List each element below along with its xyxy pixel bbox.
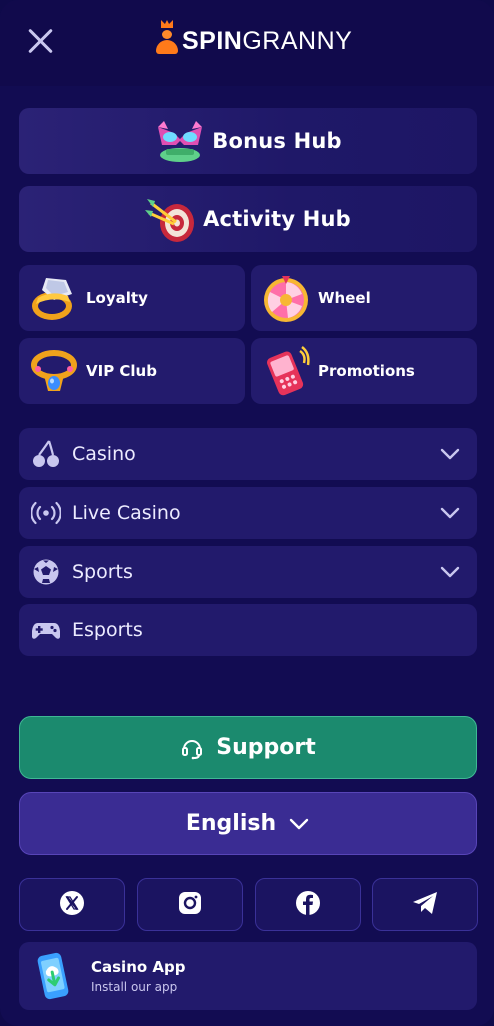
nav-item-live-casino[interactable]: Live Casino <box>19 487 477 539</box>
chevron-down-icon[interactable] <box>439 502 461 524</box>
instagram-icon <box>177 890 203 920</box>
nav-item-casino[interactable]: Casino <box>19 428 477 480</box>
nav-label-casino: Casino <box>72 443 136 465</box>
chevron-down-icon[interactable] <box>439 443 461 465</box>
facebook-icon <box>295 890 321 920</box>
brand-logo[interactable]: SPIN GRANNY <box>156 16 352 56</box>
language-selector[interactable]: English <box>19 792 477 855</box>
granny-logo-icon <box>156 20 178 56</box>
vip-club-label: VIP Club <box>86 362 157 380</box>
loyalty-label: Loyalty <box>86 289 148 307</box>
headset-icon <box>180 736 204 760</box>
wheel-icon <box>260 272 312 324</box>
wheel-tile[interactable]: Wheel <box>251 265 477 331</box>
support-button[interactable]: Support <box>19 716 477 779</box>
bonus-mask-icon <box>154 115 206 167</box>
language-label: English <box>185 811 277 836</box>
logo-text-spin: SPIN <box>182 27 243 55</box>
phone-icon <box>260 345 312 397</box>
soccer-ball-icon <box>31 557 61 587</box>
telegram-icon <box>411 890 439 920</box>
cherry-icon <box>31 439 61 469</box>
nav-label-esports: Esports <box>72 619 143 641</box>
gamepad-icon <box>31 615 61 645</box>
nav-label-sports: Sports <box>72 561 133 583</box>
facebook-button[interactable] <box>255 878 361 931</box>
activity-hub-label: Activity Hub <box>203 207 351 231</box>
x-icon <box>59 890 85 920</box>
app-text: Casino App Install our app <box>91 958 186 994</box>
bonus-hub-label: Bonus Hub <box>212 129 342 153</box>
telegram-button[interactable] <box>372 878 478 931</box>
promotions-label: Promotions <box>318 362 415 380</box>
loyalty-tile[interactable]: Loyalty <box>19 265 245 331</box>
side-menu: SPIN GRANNY Bonus Hub Activity Hub Loyal… <box>0 0 494 1026</box>
casino-app-banner[interactable]: Casino App Install our app <box>19 942 477 1010</box>
nav-item-sports[interactable]: Sports <box>19 546 477 598</box>
vip-club-tile[interactable]: VIP Club <box>19 338 245 404</box>
support-label: Support <box>216 735 316 760</box>
close-icon[interactable] <box>26 26 56 56</box>
activity-hub-button[interactable]: Activity Hub <box>19 186 477 252</box>
instagram-button[interactable] <box>137 878 243 931</box>
chevron-down-icon[interactable] <box>439 561 461 583</box>
bonus-hub-button[interactable]: Bonus Hub <box>19 108 477 174</box>
app-title: Casino App <box>91 958 186 976</box>
dart-target-icon <box>145 193 197 245</box>
x-button[interactable] <box>19 878 125 931</box>
app-subtitle: Install our app <box>91 980 178 994</box>
promotions-tile[interactable]: Promotions <box>251 338 477 404</box>
ring-icon <box>28 272 80 324</box>
necklace-icon <box>28 345 80 397</box>
broadcast-icon <box>30 498 62 528</box>
wheel-label: Wheel <box>318 289 371 307</box>
nav-label-live-casino: Live Casino <box>72 502 181 524</box>
chevron-down-icon <box>288 813 310 835</box>
menu-header: SPIN GRANNY <box>0 0 494 86</box>
logo-text-granny: GRANNY <box>242 27 353 55</box>
phone-download-icon <box>33 950 73 1002</box>
nav-item-esports[interactable]: Esports <box>19 604 477 656</box>
